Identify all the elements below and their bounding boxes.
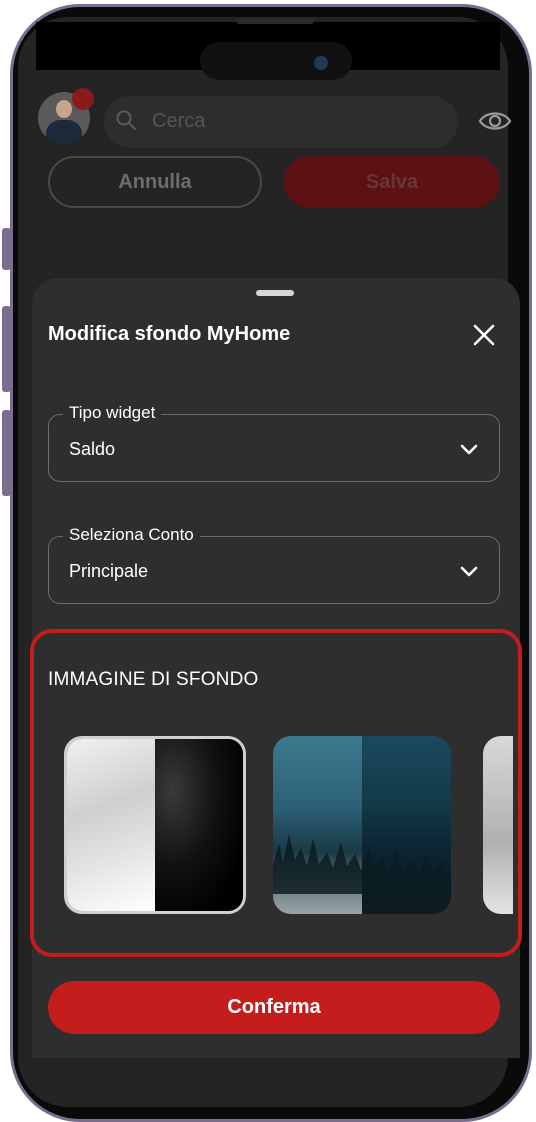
widget-type-select[interactable]: Tipo widget Saldo <box>48 403 500 482</box>
search-placeholder: Cerca <box>152 110 206 132</box>
confirm-button[interactable]: Conferma <box>48 981 500 1034</box>
sheet-title: Modifica sfondo MyHome <box>48 323 291 345</box>
camera-icon <box>314 56 328 70</box>
account-select[interactable]: Seleziona Conto Principale <box>48 525 500 604</box>
drag-handle[interactable] <box>256 290 294 296</box>
phone-side-button <box>2 306 11 392</box>
chevron-down-icon <box>460 444 478 455</box>
close-icon[interactable] <box>470 321 498 349</box>
chevron-down-icon <box>460 566 478 577</box>
background-section-title: IMMAGINE DI SFONDO <box>48 669 259 690</box>
phone-side-button <box>2 410 11 496</box>
search-icon <box>116 110 136 130</box>
speaker <box>236 18 314 24</box>
widget-type-label: Tipo widget <box>63 403 162 423</box>
background-thumbnail-bw[interactable] <box>64 736 246 914</box>
widget-type-value: Saldo <box>69 439 116 459</box>
background-thumbnail-partial[interactable] <box>483 736 513 914</box>
account-value: Principale <box>69 561 149 581</box>
save-button[interactable]: Salva <box>284 156 500 208</box>
dynamic-island <box>200 42 352 80</box>
cancel-button[interactable]: Annulla <box>48 156 262 208</box>
eye-icon[interactable] <box>478 108 512 134</box>
account-label: Seleziona Conto <box>63 525 200 545</box>
notification-badge <box>72 88 94 110</box>
background-thumbnail-forest[interactable] <box>273 736 451 914</box>
phone-side-button <box>2 228 11 270</box>
